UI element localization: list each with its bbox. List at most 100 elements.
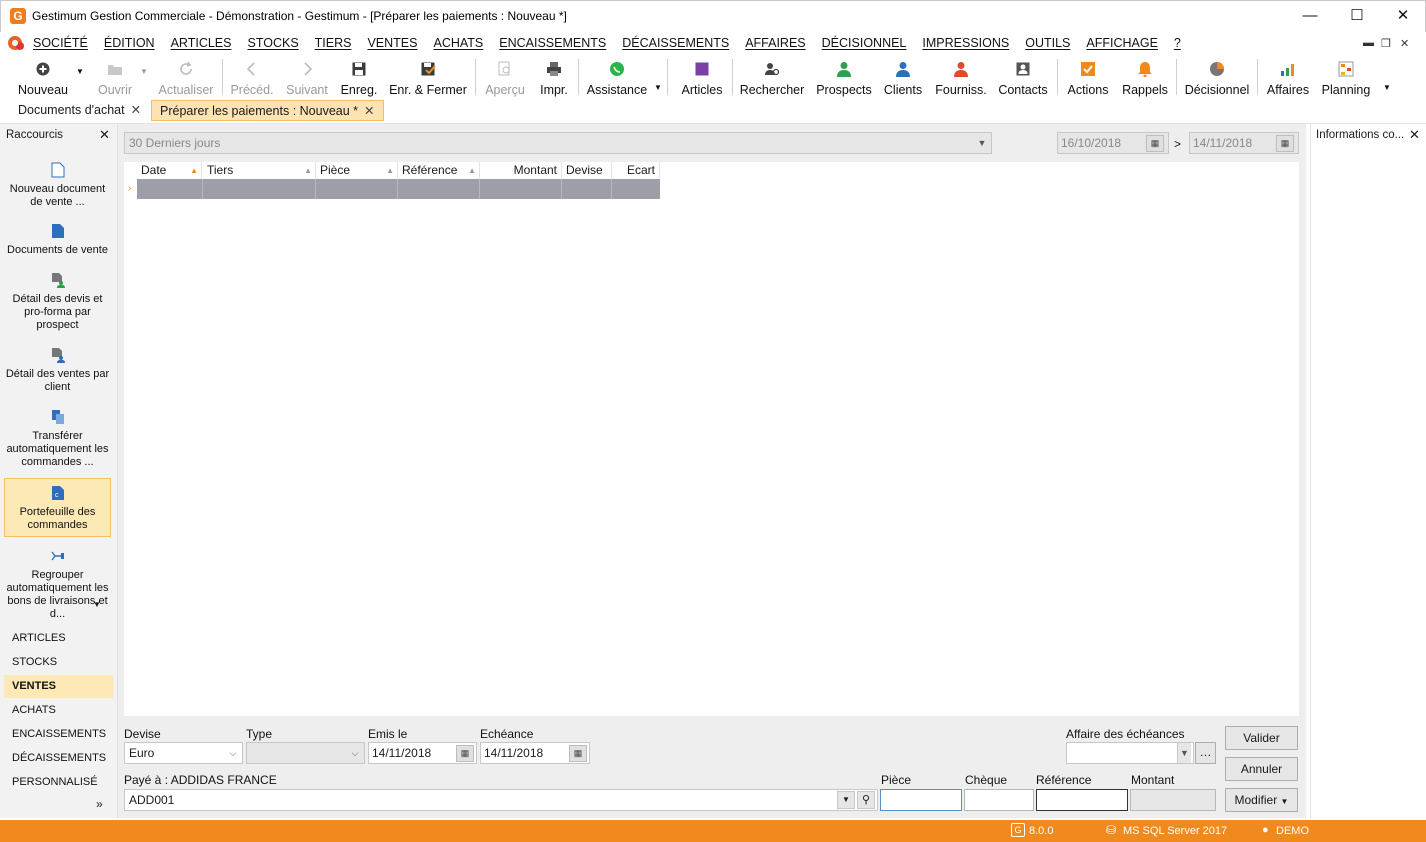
modifier-button[interactable]: Modifier ▼ xyxy=(1225,788,1298,812)
decisionnel-button[interactable]: Décisionnel xyxy=(1182,55,1252,97)
enregistrer-fermer-button[interactable]: Enr. & Fermer xyxy=(388,55,468,97)
fournisseurs-button[interactable]: Fourniss. xyxy=(932,55,990,97)
nav-personnalise[interactable]: PERSONNALISÉ xyxy=(4,771,113,794)
tab-documents-achat[interactable]: Documents d'achat ✕ xyxy=(10,100,150,121)
contacts-button[interactable]: Contacts xyxy=(996,55,1050,97)
emis-le-field[interactable]: 14/11/2018 ▦ xyxy=(368,742,477,764)
column-header-tiers[interactable]: Tiers ▲ xyxy=(203,162,316,179)
date-from-field[interactable]: 16/10/2018 ▦ xyxy=(1057,132,1169,154)
imprimer-button[interactable]: Impr. xyxy=(535,55,573,97)
menu-achats[interactable]: ACHATS xyxy=(433,36,483,50)
menu-stocks[interactable]: STOCKS xyxy=(247,36,298,50)
date-to-field[interactable]: 14/11/2018 ▦ xyxy=(1189,132,1299,154)
menu-encaissements[interactable]: ENCAISSEMENTS xyxy=(499,36,606,50)
shortcut-regrouper-bons[interactable]: Regrouper automatiquement les bons de li… xyxy=(4,548,111,620)
apercu-button[interactable]: Aperçu xyxy=(482,55,528,97)
type-select[interactable]: ⌵ xyxy=(246,742,365,764)
reference-input[interactable] xyxy=(1036,789,1128,811)
devise-select[interactable]: Euro ⌵ xyxy=(124,742,243,764)
column-header-piece[interactable]: Pièce ▲ xyxy=(316,162,398,179)
shortcut-nouveau-document[interactable]: Nouveau document de vente ... xyxy=(4,162,111,209)
maximize-button[interactable]: ☐ xyxy=(1334,1,1380,31)
gestimum-menu-icon[interactable] xyxy=(7,35,25,51)
suivant-button[interactable]: Suivant xyxy=(283,55,331,97)
shortcut-transferer-commandes[interactable]: Transférer automatiquement les commandes… xyxy=(4,409,111,469)
calendar-icon[interactable]: ▦ xyxy=(569,745,587,762)
calendar-icon[interactable]: ▦ xyxy=(1276,135,1294,152)
nouveau-dropdown[interactable]: ▼ xyxy=(74,67,86,81)
menu-help[interactable]: ? xyxy=(1174,36,1181,50)
actions-button[interactable]: Actions xyxy=(1063,55,1113,97)
nav-achats[interactable]: ACHATS xyxy=(4,699,113,722)
period-select[interactable]: 30 Derniers jours ▼ xyxy=(124,132,992,154)
toolbar-overflow-left[interactable]: ▼ xyxy=(652,83,664,95)
ouvrir-button[interactable]: Ouvrir xyxy=(92,55,138,97)
menu-tiers[interactable]: TIERS xyxy=(315,36,352,50)
search-icon[interactable]: ⚲ xyxy=(857,791,875,809)
scroll-down-icon[interactable]: ▼ xyxy=(93,600,101,609)
column-header-devise[interactable]: Devise xyxy=(562,162,612,179)
mdi-close-button[interactable]: ✕ xyxy=(1400,37,1409,50)
assistance-button[interactable]: Assistance xyxy=(585,55,649,97)
menu-outils[interactable]: OUTILS xyxy=(1025,36,1070,50)
nouveau-button[interactable]: Nouveau xyxy=(12,55,74,97)
payments-grid[interactable]: Date ▲ Tiers ▲ Pièce ▲ Référence ▲ Monta… xyxy=(124,162,1299,716)
nav-encaissements[interactable]: ENCAISSEMENTS xyxy=(4,723,113,746)
paye-a-field[interactable]: ADD001 ▼ ⚲ xyxy=(124,789,878,811)
affaires-button[interactable]: Affaires xyxy=(1263,55,1313,97)
toolbar-overflow-right[interactable]: ▼ xyxy=(1381,83,1393,95)
mdi-restore-button[interactable]: ❐ xyxy=(1381,37,1391,50)
actualiser-button[interactable]: Actualiser xyxy=(156,55,216,97)
menu-decaissements[interactable]: DÉCAISSEMENTS xyxy=(622,36,729,50)
menu-articles[interactable]: ARTICLES xyxy=(171,36,232,50)
shortcut-detail-devis[interactable]: Détail des devis et pro-forma par prospe… xyxy=(4,272,111,332)
nav-stocks[interactable]: STOCKS xyxy=(4,651,113,674)
clients-button[interactable]: Clients xyxy=(880,55,926,97)
chevron-down-icon[interactable]: ▼ xyxy=(837,791,855,809)
planning-button[interactable]: Planning xyxy=(1318,55,1374,97)
shortcut-portefeuille-commandes[interactable]: c Portefeuille des commandes xyxy=(4,478,111,537)
close-icon[interactable]: ✕ xyxy=(131,103,141,117)
precedent-button[interactable]: Précéd. xyxy=(228,55,276,97)
menu-decisionnel[interactable]: DÉCISIONNEL xyxy=(822,36,907,50)
close-icon[interactable]: ✕ xyxy=(99,127,110,143)
cheque-input[interactable] xyxy=(964,789,1034,811)
table-row[interactable] xyxy=(137,179,660,199)
close-icon[interactable]: ✕ xyxy=(364,104,374,118)
prospects-button[interactable]: Prospects xyxy=(814,55,874,97)
articles-button[interactable]: Articles xyxy=(678,55,726,97)
affaire-select[interactable]: ▼ xyxy=(1066,742,1194,764)
annuler-button[interactable]: Annuler xyxy=(1225,757,1298,781)
mdi-minimize-button[interactable]: ▬ xyxy=(1363,37,1374,49)
nav-decaissements[interactable]: DÉCAISSEMENTS xyxy=(4,747,113,770)
calendar-icon[interactable]: ▦ xyxy=(456,745,474,762)
montant-input[interactable] xyxy=(1130,789,1216,811)
tab-preparer-paiements[interactable]: Préparer les paiements : Nouveau * ✕ xyxy=(151,100,384,121)
menu-impressions[interactable]: IMPRESSIONS xyxy=(922,36,1009,50)
menu-affichage[interactable]: AFFICHAGE xyxy=(1086,36,1158,50)
rappels-button[interactable]: Rappels xyxy=(1119,55,1171,97)
column-header-ecart[interactable]: Ecart xyxy=(612,162,660,179)
column-header-montant[interactable]: Montant xyxy=(480,162,562,179)
rechercher-button[interactable]: Rechercher xyxy=(738,55,806,97)
nav-articles[interactable]: ARTICLES xyxy=(4,627,113,650)
valider-button[interactable]: Valider xyxy=(1225,726,1298,750)
menu-edition[interactable]: ÉDITION xyxy=(104,36,155,50)
ouvrir-dropdown[interactable]: ▼ xyxy=(138,67,150,81)
close-window-button[interactable]: ✕ xyxy=(1380,1,1426,31)
enregistrer-button[interactable]: Enreg. xyxy=(337,55,381,97)
menu-societe[interactable]: SOCIÉTÉ xyxy=(33,36,88,50)
more-chevron-icon[interactable]: » xyxy=(96,797,103,811)
column-header-date[interactable]: Date ▲ xyxy=(137,162,202,179)
menu-ventes[interactable]: VENTES xyxy=(367,36,417,50)
shortcut-documents-vente[interactable]: Documents de vente xyxy=(4,223,111,257)
affaire-browse-button[interactable]: … xyxy=(1195,742,1216,764)
piece-input[interactable] xyxy=(880,789,962,811)
menu-affaires[interactable]: AFFAIRES xyxy=(745,36,805,50)
column-header-reference[interactable]: Référence ▲ xyxy=(398,162,480,179)
close-icon[interactable]: ✕ xyxy=(1409,127,1420,143)
echeance-field[interactable]: 14/11/2018 ▦ xyxy=(480,742,590,764)
minimize-button[interactable]: — xyxy=(1287,1,1333,31)
nav-ventes[interactable]: VENTES xyxy=(4,675,113,698)
shortcut-detail-ventes[interactable]: Détail des ventes par client xyxy=(4,347,111,394)
